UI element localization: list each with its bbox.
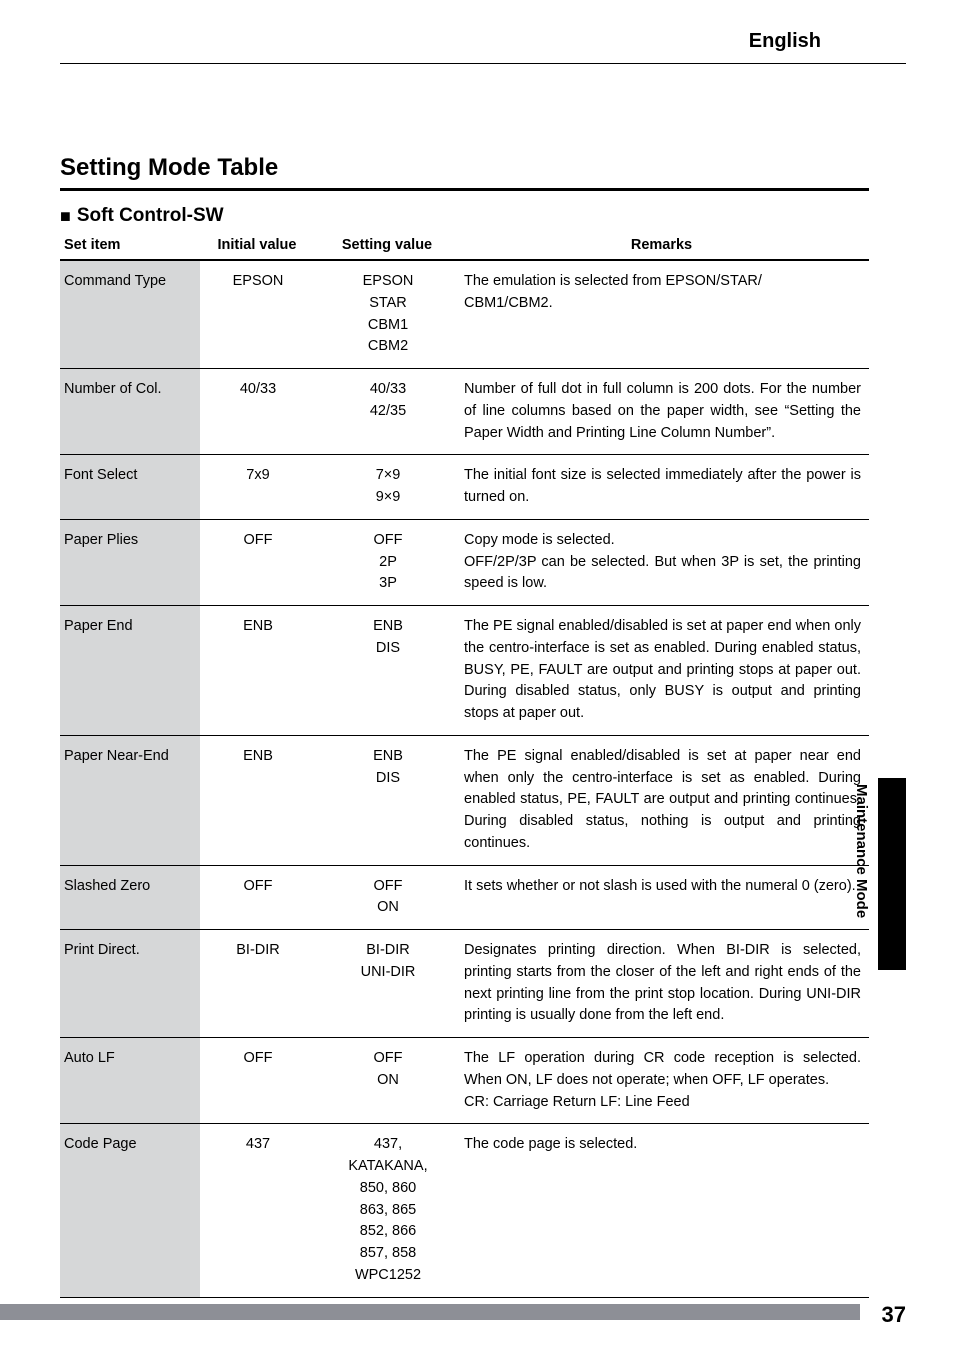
footer-bar [0,1304,860,1320]
setting-value-cell: OFF ON [320,1038,460,1124]
initial-value-cell: OFF [200,865,320,930]
page-number: 37 [882,1302,906,1328]
remarks-cell: The PE signal enabled/disabled is set at… [460,606,869,736]
initial-value-cell: BI-DIR [200,930,320,1038]
table-row: Auto LFOFFOFF ONThe LF operation during … [60,1038,869,1124]
initial-value-cell: ENB [200,606,320,736]
language-label: English [749,30,821,53]
setting-value-cell: EPSON STAR CBM1 CBM2 [320,260,460,369]
setting-value-cell: BI-DIR UNI-DIR [320,930,460,1038]
initial-value-cell: 437 [200,1124,320,1297]
set-item-cell: Number of Col. [60,369,200,455]
setting-value-cell: 437, KATAKANA, 850, 860 863, 865 852, 86… [320,1124,460,1297]
initial-value-cell: EPSON [200,260,320,369]
initial-value-cell: 7x9 [200,455,320,520]
remarks-cell: Designates printing direction. When BI-D… [460,930,869,1038]
table-row: Paper PliesOFFOFF 2P 3PCopy mode is sele… [60,519,869,605]
remarks-cell: The PE signal enabled/disabled is set at… [460,735,869,865]
subsection-title: Soft Control-SW [77,205,224,227]
remarks-cell: It sets whether or not slash is used wit… [460,865,869,930]
col-set-item: Set item [60,231,200,260]
initial-value-cell: OFF [200,1038,320,1124]
settings-table: Set item Initial value Setting value Rem… [60,231,869,1298]
table-row: Slashed ZeroOFFOFF ONIt sets whether or … [60,865,869,930]
initial-value-cell: OFF [200,519,320,605]
set-item-cell: Slashed Zero [60,865,200,930]
set-item-cell: Auto LF [60,1038,200,1124]
col-setting-value: Setting value [320,231,460,260]
set-item-cell: Paper Near-End [60,735,200,865]
set-item-cell: Command Type [60,260,200,369]
setting-value-cell: OFF ON [320,865,460,930]
remarks-cell: The code page is selected. [460,1124,869,1297]
side-tab [878,778,906,970]
initial-value-cell: ENB [200,735,320,865]
remarks-cell: The initial font size is selected immedi… [460,455,869,520]
table-row: Number of Col.40/3340/33 42/35Number of … [60,369,869,455]
set-item-cell: Font Select [60,455,200,520]
setting-value-cell: OFF 2P 3P [320,519,460,605]
remarks-cell: The emulation is selected from EPSON/STA… [460,260,869,369]
table-row: Print Direct.BI-DIRBI-DIR UNI-DIRDesigna… [60,930,869,1038]
set-item-cell: Paper End [60,606,200,736]
set-item-cell: Paper Plies [60,519,200,605]
setting-value-cell: ENB DIS [320,606,460,736]
table-row: Command TypeEPSONEPSON STAR CBM1 CBM2The… [60,260,869,369]
remarks-cell: Number of full dot in full column is 200… [460,369,869,455]
remarks-cell: Copy mode is selected. OFF/2P/3P can be … [460,519,869,605]
setting-value-cell: 7×9 9×9 [320,455,460,520]
table-row: Font Select7x97×9 9×9The initial font si… [60,455,869,520]
bullet-square-icon: ■ [60,206,71,227]
table-row: Code Page437437, KATAKANA, 850, 860 863,… [60,1124,869,1297]
col-remarks: Remarks [460,231,869,260]
setting-value-cell: 40/33 42/35 [320,369,460,455]
col-initial-value: Initial value [200,231,320,260]
remarks-cell: The LF operation during CR code receptio… [460,1038,869,1124]
setting-value-cell: ENB DIS [320,735,460,865]
section-title: Setting Mode Table [60,154,869,191]
table-row: Paper Near-EndENBENB DISThe PE signal en… [60,735,869,865]
table-row: Paper EndENBENB DISThe PE signal enabled… [60,606,869,736]
side-label: Maintenance Mode [853,784,870,918]
initial-value-cell: 40/33 [200,369,320,455]
set-item-cell: Code Page [60,1124,200,1297]
set-item-cell: Print Direct. [60,930,200,1038]
